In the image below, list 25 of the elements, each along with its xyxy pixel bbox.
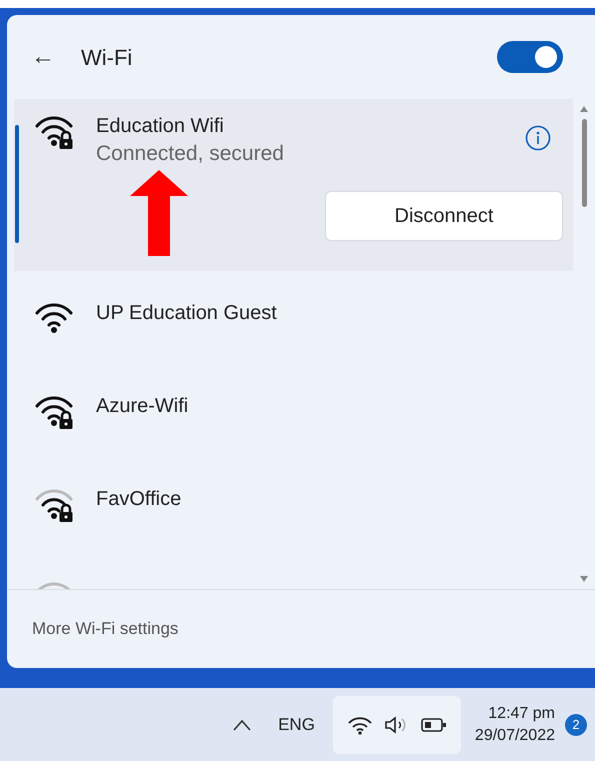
network-name: Education Wifi	[96, 114, 225, 139]
language-indicator[interactable]: ENG	[278, 712, 315, 738]
clock-time: 12:47 pm	[488, 704, 555, 724]
disconnect-button[interactable]: Disconnect	[325, 191, 563, 241]
network-item[interactable]: Education Wifi Connected, secured Disconnect	[14, 99, 573, 271]
scroll-up-icon[interactable]	[579, 105, 589, 113]
connection-status: Connected, secured	[96, 141, 285, 167]
network-item[interactable]: Azure-Wifi	[14, 364, 573, 457]
clock-date: 29/07/2022	[474, 726, 555, 746]
network-item[interactable]: UP Education Guest	[14, 271, 573, 364]
network-item[interactable]: FavOffice	[14, 457, 573, 550]
system-tray[interactable]	[332, 696, 461, 754]
wifi-toggle[interactable]	[497, 41, 563, 73]
network-name: UP Education Guest	[96, 300, 277, 326]
back-button[interactable]: ←	[31, 39, 55, 75]
panel-title: Wi-Fi	[81, 44, 132, 72]
more-settings-link[interactable]: More Wi-Fi settings	[32, 616, 178, 642]
network-name: FavOffice	[96, 486, 182, 512]
info-icon[interactable]	[525, 125, 551, 151]
wifi-icon	[346, 714, 373, 734]
battery-icon	[421, 716, 448, 732]
notification-badge[interactable]: 2	[565, 714, 587, 736]
chevron-up-icon[interactable]	[232, 718, 252, 730]
network-name: Azure-Wifi	[96, 394, 188, 418]
scroll-down-icon[interactable]	[579, 575, 589, 583]
